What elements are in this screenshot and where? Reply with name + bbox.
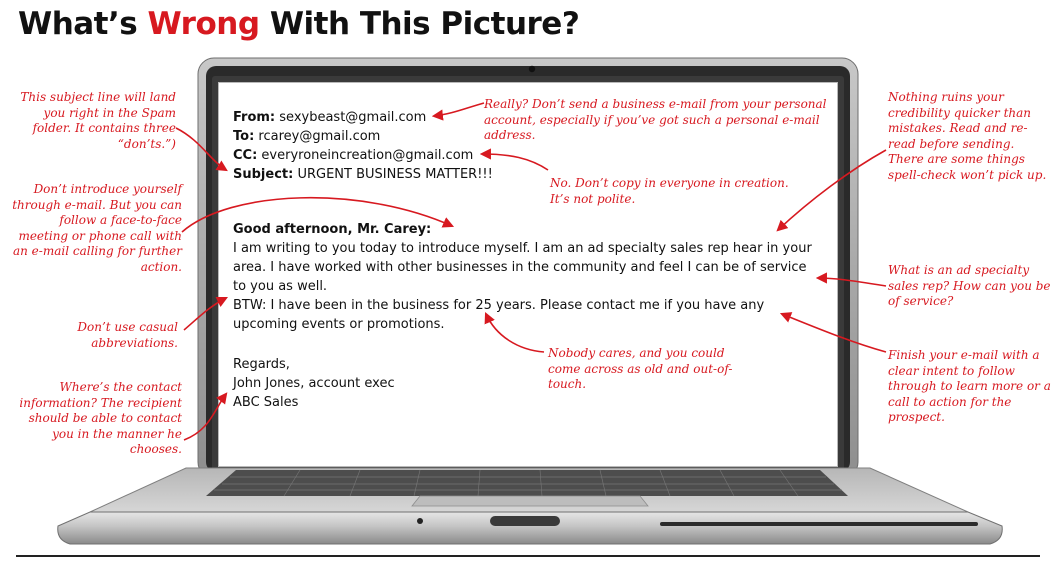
arrow-copy: [479, 148, 549, 171]
arrow-introduce: [181, 197, 455, 233]
arrow-contact: [183, 392, 228, 441]
bottom-divider: [16, 555, 1040, 557]
arrow-subject: [175, 127, 228, 172]
arrow-finish: [779, 312, 887, 353]
arrow-specialty: [815, 272, 887, 287]
arrow-mistakes: [776, 149, 887, 232]
arrow-personal: [431, 102, 485, 121]
arrow-nobody: [484, 311, 545, 353]
annotation-arrows: [175, 102, 887, 441]
arrow-abbrev: [183, 296, 229, 331]
